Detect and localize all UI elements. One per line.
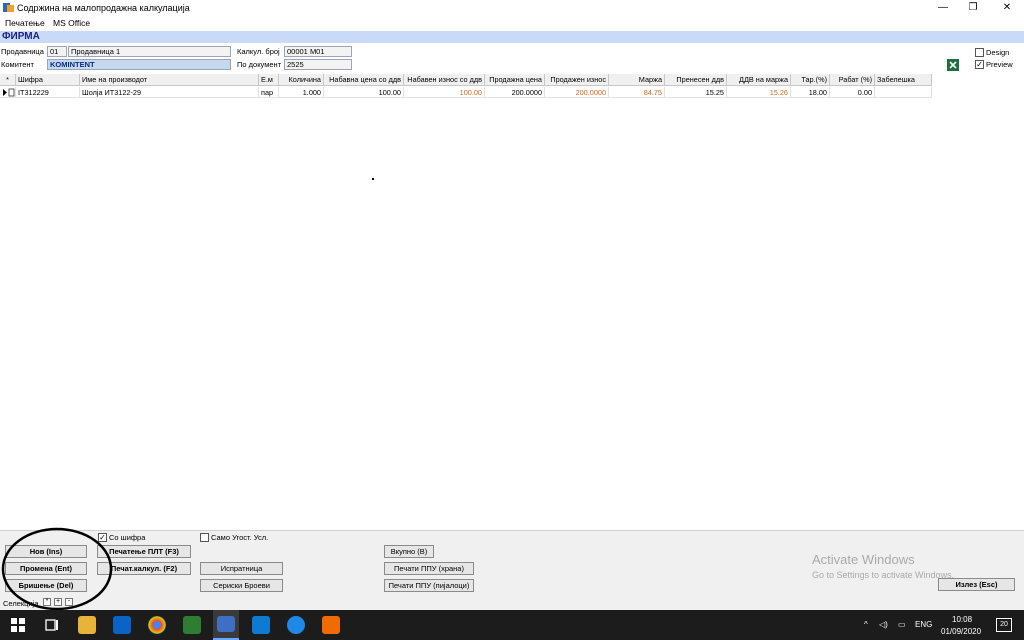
excel-export-icon[interactable] xyxy=(947,59,959,71)
komitent-label: Комитент xyxy=(1,60,34,69)
design-label: Design xyxy=(986,48,1010,57)
prodavnica-name-field[interactable]: Продавница 1 xyxy=(68,46,231,57)
chrome-icon[interactable] xyxy=(148,616,166,634)
dokument-field[interactable]: 2525 xyxy=(284,59,352,70)
cell-ddv-marza: 15.26 xyxy=(727,87,791,98)
cell-prenesen-ddv: 15.25 xyxy=(665,87,727,98)
restore-button[interactable]: ❐ xyxy=(958,0,988,16)
serial-numbers-button[interactable]: Сериски Броеви xyxy=(200,579,283,592)
col-prodazna-cena[interactable]: Продажна цена xyxy=(485,74,545,86)
menu-pecatenje[interactable]: Печатење xyxy=(5,18,45,28)
company-name: ФИРМА xyxy=(2,31,40,42)
samo-ugost-label: Само Угост. Усл. xyxy=(211,533,269,542)
print-ppu-food-button[interactable]: Печати ППУ (храна) xyxy=(384,562,474,575)
tray-chevron-icon[interactable]: ^ xyxy=(864,620,868,629)
helix-app-icon[interactable] xyxy=(213,610,239,640)
col-marza[interactable]: Маржа xyxy=(609,74,665,86)
window-title: Содржина на малопродажна калкулација xyxy=(17,3,190,13)
komitent-field[interactable]: KOMINTENT xyxy=(47,59,231,70)
dokument-label: По документ xyxy=(237,60,282,69)
volume-icon[interactable]: ◁) xyxy=(879,620,888,629)
col-ddv-marza[interactable]: ДДВ на маржа xyxy=(727,74,791,86)
col-nabavna-cena[interactable]: Набавна цена со ддв xyxy=(324,74,404,86)
col-nabaven-iznos[interactable]: Набавен износ со ддв xyxy=(404,74,485,86)
app-icon-green[interactable] xyxy=(183,616,201,634)
stray-dot xyxy=(372,178,374,180)
print-ppu-drinks-button[interactable]: Печати ППУ (пијалоци) xyxy=(384,579,474,592)
ie-icon[interactable] xyxy=(287,616,305,634)
network-icon[interactable]: ▭ xyxy=(898,620,906,629)
design-checkbox[interactable] xyxy=(975,48,984,57)
col-kolicina[interactable]: Количина xyxy=(279,74,324,86)
activate-windows-title: Activate Windows xyxy=(812,552,915,567)
ispratnica-button[interactable]: Испратница xyxy=(200,562,283,575)
cell-em: пар xyxy=(259,87,279,98)
menu-bar: Печатење MS Office xyxy=(0,16,1024,30)
cell-marza: 84.75 xyxy=(609,87,665,98)
minimize-button[interactable]: — xyxy=(928,0,958,16)
samo-ugost-checkbox[interactable] xyxy=(200,533,209,542)
language-indicator[interactable]: ENG xyxy=(915,620,932,629)
cell-nabavna-cena: 100.00 xyxy=(324,87,404,98)
col-ime[interactable]: Име на производот xyxy=(80,74,259,86)
preview-checkbox[interactable]: ✓ xyxy=(975,60,984,69)
col-marker: * xyxy=(0,74,16,86)
cell-prodazen-iznos: 200.0000 xyxy=(545,87,609,98)
cell-sifra: IT312229 xyxy=(16,87,80,98)
col-tar[interactable]: Тар.(%) xyxy=(791,74,830,86)
cell-rabat: 0.00 xyxy=(830,87,875,98)
prodavnica-label: Продавница xyxy=(1,47,44,56)
teamviewer-icon[interactable] xyxy=(252,616,270,634)
total-button[interactable]: Вкупно (B) xyxy=(384,545,434,558)
taskbar: ^ ◁) ▭ ENG 10:08 01/09/2020 20 xyxy=(0,610,1024,640)
preview-label: Preview xyxy=(986,60,1013,69)
prodavnica-code-field[interactable]: 01 xyxy=(47,46,67,57)
clock-date[interactable]: 01/09/2020 xyxy=(941,627,981,636)
kalk-label: Калкул. број xyxy=(237,47,280,56)
row-indicator-icon xyxy=(0,87,16,98)
grid-header: * Шифра Име на производот Е.м Количина Н… xyxy=(0,74,932,86)
cell-ime: Шолја ИТ3122-29 xyxy=(80,87,259,98)
title-bar: Содржина на малопродажна калкулација — ❐… xyxy=(0,0,1024,16)
col-sifra[interactable]: Шифра xyxy=(16,74,80,86)
cell-kolicina: 1.000 xyxy=(279,87,324,98)
file-explorer-icon[interactable] xyxy=(78,616,96,634)
cell-tar: 18.00 xyxy=(791,87,830,98)
cell-nabaven-iznos: 100.00 xyxy=(404,87,485,98)
col-zabeleska[interactable]: Забелешка xyxy=(875,74,932,86)
col-prodazen-iznos[interactable]: Продажен износ xyxy=(545,74,609,86)
menu-ms-office[interactable]: MS Office xyxy=(53,18,90,28)
col-prenesen-ddv[interactable]: Пренесен ддв xyxy=(665,74,727,86)
table-row[interactable]: IT312229 Шолја ИТ3122-29 пар 1.000 100.0… xyxy=(0,87,932,98)
cell-prodazna-cena: 200.0000 xyxy=(485,87,545,98)
app-icon xyxy=(3,2,14,13)
col-rabat[interactable]: Рабат (%) xyxy=(830,74,875,86)
outlook-icon[interactable] xyxy=(113,616,131,634)
cell-zabeleska xyxy=(875,87,932,98)
windows-start-icon[interactable] xyxy=(9,616,27,634)
kalk-number-field[interactable]: 00001 M01 xyxy=(284,46,352,57)
activate-windows-subtitle: Go to Settings to activate Windows. xyxy=(812,570,955,580)
paint-icon[interactable] xyxy=(322,616,340,634)
col-em[interactable]: Е.м xyxy=(259,74,279,86)
notification-center-icon[interactable]: 20 xyxy=(996,618,1012,632)
company-banner: ФИРМА xyxy=(0,31,1024,43)
annotation-circle xyxy=(1,527,113,611)
task-view-icon[interactable] xyxy=(43,616,61,634)
close-button[interactable]: ✕ xyxy=(992,0,1022,16)
clock-time[interactable]: 10:08 xyxy=(952,615,972,624)
